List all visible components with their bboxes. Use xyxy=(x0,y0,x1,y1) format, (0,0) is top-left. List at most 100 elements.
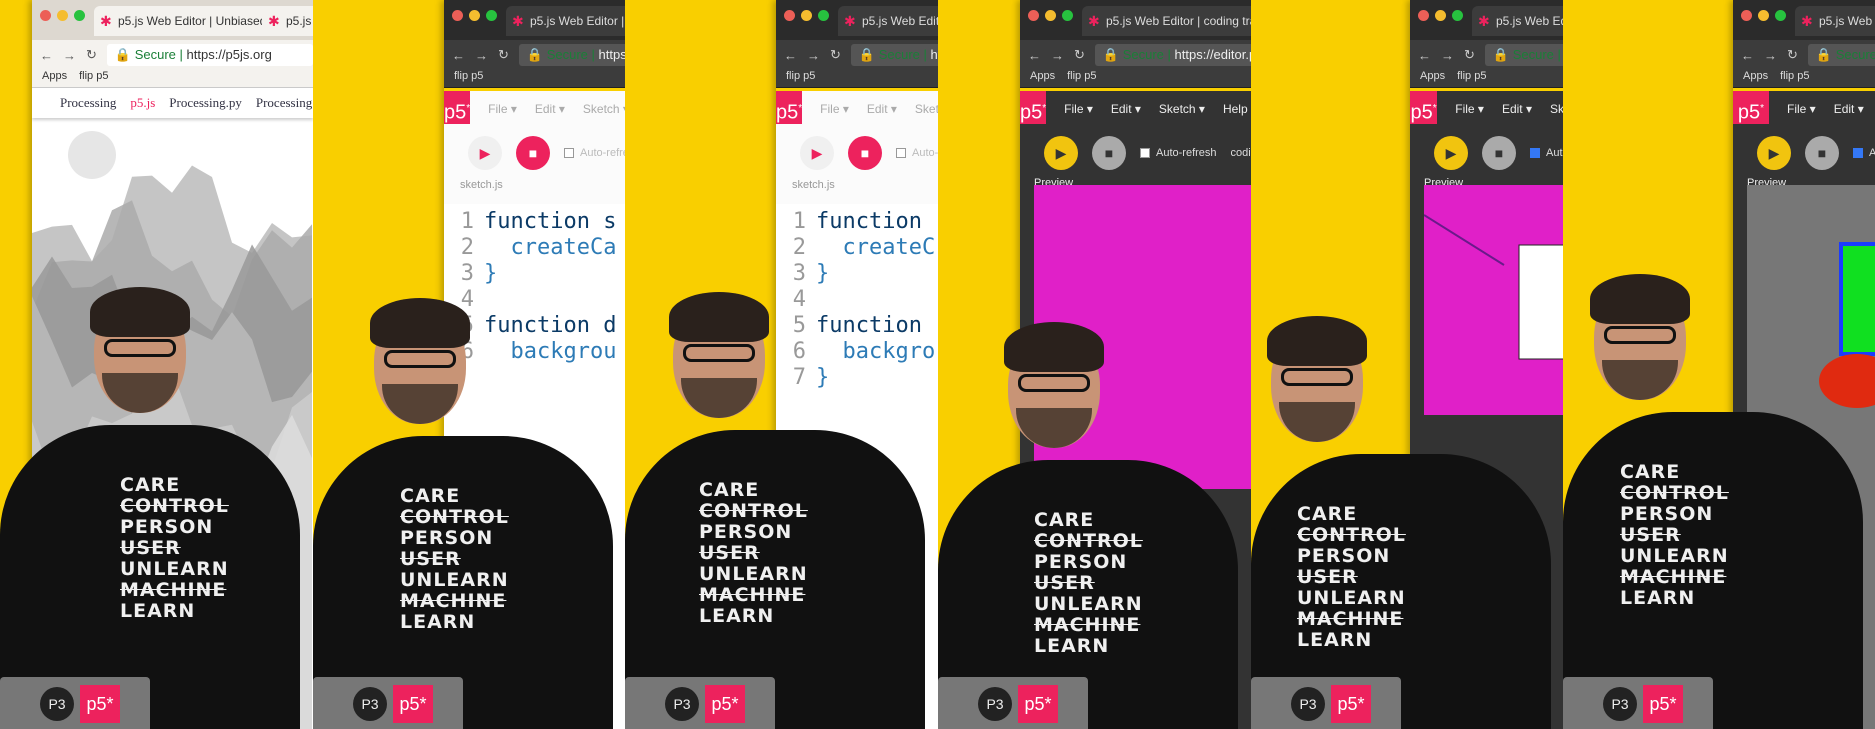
reload-icon[interactable]: ↻ xyxy=(1074,47,1085,63)
menu-item[interactable]: File ▾ xyxy=(1787,102,1816,116)
file-tab-sketch-js[interactable]: sketch.js xyxy=(460,179,503,191)
close-button[interactable] xyxy=(1028,10,1039,21)
play-button[interactable]: ▶ xyxy=(1044,136,1078,170)
menu-item[interactable]: File ▾ xyxy=(1455,102,1484,116)
bookmark-apps[interactable]: Apps xyxy=(1030,70,1055,82)
stop-button[interactable]: ■ xyxy=(516,136,550,170)
menu-item[interactable]: Edit ▾ xyxy=(1502,102,1532,116)
auto-refresh-checkbox[interactable] xyxy=(896,148,906,159)
browser-tab[interactable]: ✱ p5.js Web Editor xyxy=(1472,6,1564,36)
close-button[interactable] xyxy=(784,10,795,21)
auto-refresh-checkbox[interactable] xyxy=(1530,148,1540,159)
forward-icon[interactable]: → xyxy=(475,48,488,63)
p5-logo[interactable]: p5* xyxy=(1020,90,1047,127)
url-field[interactable]: 🔒 Secure | https://edi xyxy=(518,44,626,66)
nav-link[interactable]: Processing.py xyxy=(169,95,242,111)
auto-refresh-toggle[interactable]: Auto xyxy=(1530,147,1564,159)
menu-item[interactable]: Sketch ▾ xyxy=(583,102,626,116)
browser-tab[interactable]: ✱ p5.js | h xyxy=(262,6,313,36)
reload-icon[interactable]: ↻ xyxy=(1464,47,1475,63)
nav-link[interactable]: p5.js xyxy=(130,95,155,111)
menu-item[interactable]: File ▾ xyxy=(820,102,849,116)
browser-tab[interactable]: ✱ p5.js Web Editor | Unbiased s xyxy=(94,6,286,36)
stop-button[interactable]: ■ xyxy=(1805,136,1839,170)
bookmark-flip-p5[interactable]: flip p5 xyxy=(454,70,483,82)
minimize-button[interactable] xyxy=(1435,10,1446,21)
minimize-button[interactable] xyxy=(57,10,68,21)
bookmark-flip-p5[interactable]: flip p5 xyxy=(79,70,108,82)
p5-logo[interactable]: p5* xyxy=(776,90,803,127)
auto-refresh-checkbox[interactable] xyxy=(1140,148,1150,159)
p5-logo[interactable]: p5* xyxy=(1733,90,1769,127)
url-field[interactable]: 🔒 Secure | ht xyxy=(1807,44,1875,66)
menu-item[interactable]: Sketc xyxy=(915,102,938,116)
stop-button[interactable]: ■ xyxy=(1482,136,1516,170)
play-button[interactable]: ▶ xyxy=(1434,136,1468,170)
back-icon[interactable]: ← xyxy=(1028,48,1041,63)
auto-refresh-checkbox[interactable] xyxy=(1853,148,1863,159)
url-field[interactable]: 🔒 Secure | https://editor.p5js.o xyxy=(1094,44,1251,66)
maximize-button[interactable] xyxy=(818,10,829,21)
auto-refresh-toggle[interactable]: Auto-refresh xyxy=(1140,147,1217,159)
bookmark-apps[interactable]: Apps xyxy=(1420,70,1445,82)
back-icon[interactable]: ← xyxy=(1741,48,1754,63)
code-editor[interactable]: 1 function s2 createCa 3} 4 5 function d6 bac… xyxy=(444,204,626,729)
auto-refresh-checkbox[interactable] xyxy=(564,148,574,159)
browser-tab[interactable]: ✱ p5.js Web Editor | A xyxy=(838,6,938,36)
forward-icon[interactable]: → xyxy=(1441,48,1454,63)
menu-item[interactable]: Sk xyxy=(1550,102,1564,116)
p5-logo[interactable]: p5* xyxy=(1410,90,1438,127)
close-button[interactable] xyxy=(452,10,463,21)
menu-item[interactable]: Edit ▾ xyxy=(1111,102,1141,116)
maximize-button[interactable] xyxy=(74,10,85,21)
back-icon[interactable]: ← xyxy=(784,48,797,63)
back-icon[interactable]: ← xyxy=(452,48,465,63)
auto-refresh-toggle[interactable]: Auto-refresh xyxy=(564,147,626,159)
bookmark-apps[interactable]: Apps xyxy=(42,70,67,82)
nav-link[interactable]: Processing xyxy=(60,95,116,111)
bookmark-flip-p5[interactable]: flip p5 xyxy=(786,70,815,82)
browser-tab[interactable]: ✱ p5.js Web Edi xyxy=(1795,6,1875,36)
maximize-button[interactable] xyxy=(1775,10,1786,21)
forward-icon[interactable]: → xyxy=(807,48,820,63)
bookmark-flip-p5[interactable]: flip p5 xyxy=(1067,70,1096,82)
nav-link[interactable]: Processing for An xyxy=(256,95,313,111)
back-icon[interactable]: ← xyxy=(40,48,53,63)
stop-button[interactable]: ■ xyxy=(1092,136,1126,170)
close-button[interactable] xyxy=(1418,10,1429,21)
reload-icon[interactable]: ↻ xyxy=(1787,47,1798,63)
maximize-button[interactable] xyxy=(1062,10,1073,21)
minimize-button[interactable] xyxy=(801,10,812,21)
play-button[interactable]: ▶ xyxy=(800,136,834,170)
menu-item[interactable]: File ▾ xyxy=(1064,102,1093,116)
p5-logo[interactable]: p5* xyxy=(444,90,471,127)
menu-item[interactable]: Help & xyxy=(1223,102,1251,116)
auto-refresh-toggle[interactable]: Au xyxy=(1853,147,1875,159)
reload-icon[interactable]: ↻ xyxy=(498,47,509,63)
forward-icon[interactable]: → xyxy=(1764,48,1777,63)
menu-item[interactable]: File ▾ xyxy=(488,102,517,116)
close-button[interactable] xyxy=(40,10,51,21)
back-icon[interactable]: ← xyxy=(1418,48,1431,63)
maximize-button[interactable] xyxy=(1452,10,1463,21)
play-button[interactable]: ▶ xyxy=(1757,136,1791,170)
bookmark-flip-p5[interactable]: flip p5 xyxy=(1457,70,1486,82)
minimize-button[interactable] xyxy=(1758,10,1769,21)
bookmark-flip-p5[interactable]: flip p5 xyxy=(1780,70,1809,82)
menu-item[interactable]: Sketch ▾ xyxy=(1159,102,1205,116)
auto-refresh-toggle[interactable]: Auto- xyxy=(896,147,938,159)
close-button[interactable] xyxy=(1741,10,1752,21)
menu-item[interactable]: Edit ▾ xyxy=(867,102,897,116)
forward-icon[interactable]: → xyxy=(1051,48,1064,63)
file-tab-sketch-js[interactable]: sketch.js xyxy=(792,179,835,191)
maximize-button[interactable] xyxy=(486,10,497,21)
sketch-name[interactable]: codin xyxy=(1231,147,1251,159)
url-field[interactable]: 🔒 Secure | http xyxy=(1484,44,1564,66)
forward-icon[interactable]: → xyxy=(63,48,76,63)
reload-icon[interactable]: ↻ xyxy=(830,47,841,63)
code-editor[interactable]: 1 function 2 createC 3} 4 5 function 6 backgr… xyxy=(776,204,938,729)
minimize-button[interactable] xyxy=(469,10,480,21)
browser-tab[interactable]: ✱ p5.js Web Editor | coding trai xyxy=(1082,6,1251,36)
reload-icon[interactable]: ↻ xyxy=(86,47,97,63)
play-button[interactable]: ▶ xyxy=(468,136,502,170)
